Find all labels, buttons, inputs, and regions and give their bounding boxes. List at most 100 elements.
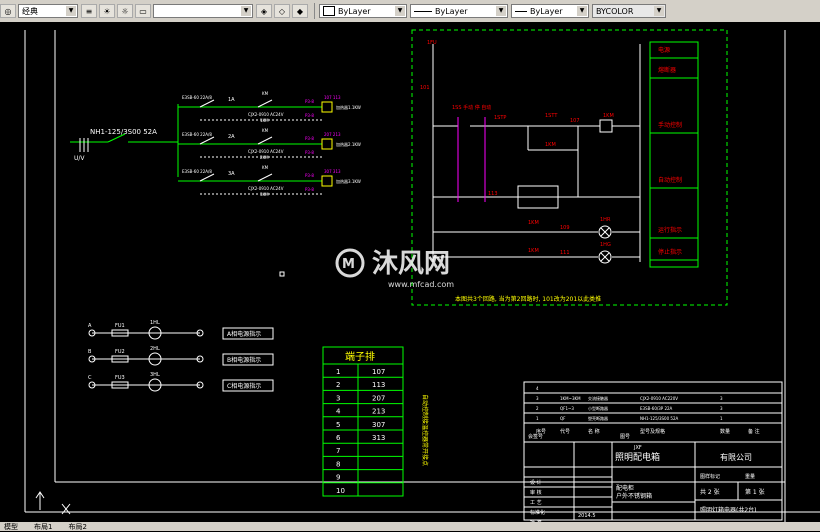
terminal-box <box>321 138 333 150</box>
legend-label: 手动控制 <box>658 121 682 129</box>
breaker-label: E3SB-60 22A/8 <box>182 95 212 100</box>
bom-header: 数量 <box>720 428 730 435</box>
layer-select[interactable]: ▼ <box>153 4 253 18</box>
breaker-label: E3SB-60 22A/8 <box>182 169 212 174</box>
drawing-svg: NH1-125/3S00 52A U/V E3SB-60 22A/8 1A KM CJ… <box>24 29 820 526</box>
phase-circuit: C FU3 3HL C相电源指示 <box>88 372 274 392</box>
tb-scale-label: 图样标记 <box>700 473 720 480</box>
node-113: 113 <box>488 191 498 197</box>
phase-circuit: A FU1 1HL A相电源指示 <box>88 320 274 340</box>
tb-sub2: 户外不锈钢箱 <box>616 492 652 500</box>
circuit-id: 1A <box>228 97 235 103</box>
bom-header: 名 称 <box>588 428 600 435</box>
bom-cell: 3 <box>720 406 723 411</box>
bom-cell: 塑壳断路器 <box>588 415 608 421</box>
workspace-icon[interactable]: ◎ <box>0 4 16 18</box>
breaker-label: E3SB-60 22A/8 <box>182 132 212 137</box>
bom-cell: 1KM~3KM <box>560 396 581 401</box>
tb-left-label: 审 核 <box>530 489 542 496</box>
terminal-strip: 端子排 1 107 2 113 3 207 4 213 5 307 6 313 7 8 9 10 自动控制接温… <box>322 346 429 497</box>
grip-point[interactable] <box>279 271 285 277</box>
lineweight-value: ByLayer <box>530 6 563 16</box>
color-select[interactable]: ByLayer ▼ <box>319 4 407 18</box>
tb-code: JXF <box>633 445 642 451</box>
tb-company: 有限公司 <box>720 452 752 462</box>
layout-tabs: 模型 布局1 布局2 <box>0 522 820 531</box>
terminal-side-note: 自动控制接温控器常开接点 <box>421 394 429 466</box>
terminal-value: 107 <box>372 368 385 376</box>
lamp-label: 2HL <box>150 346 160 352</box>
bom-cell: 1 <box>536 416 539 421</box>
bom-cell: 4 <box>536 386 539 391</box>
terminal-value: 207 <box>372 394 385 402</box>
fuse-label: FU2 <box>115 349 125 355</box>
tab-model[interactable]: 模型 <box>0 522 18 532</box>
circuit-tag: P3-8 <box>305 173 314 178</box>
legend-label: 停止指示 <box>658 248 682 256</box>
color-value: ByLayer <box>338 6 371 16</box>
title-block: 4 3 1KM~3KM 交流接触器 CJX2-0910 AC220V 3 2 QF1~3 小型断… <box>523 381 783 526</box>
tb-weight-label: 重量 <box>745 473 755 480</box>
tb-sheets: 共 2 张 <box>700 488 720 496</box>
tb-doc-label: 图号 <box>620 434 630 440</box>
circuit-tag: P3-8 <box>305 187 314 192</box>
node-109: 109 <box>560 225 570 231</box>
plotstyle-select: BYCOLOR ▼ <box>592 4 666 18</box>
bom-cell: E3SB-60/3P 22A <box>640 406 673 411</box>
tb-sheet: 第 1 张 <box>745 488 765 496</box>
node-107: 107 <box>570 118 580 124</box>
drawing-canvas[interactable]: NH1-125/3S00 52A U/V E3SB-60 22A/8 1A KM CJ… <box>0 22 820 526</box>
phase-label: C相电源指示 <box>227 382 261 390</box>
coil-label: KM <box>262 165 269 170</box>
chevron-down-icon: ▼ <box>241 6 251 16</box>
control-note: 本图共3个回路, 当为第2回路时, 101改为201以此类推 <box>455 295 601 303</box>
bom-header: 备 注 <box>748 428 760 435</box>
tb-left-label: 设 计 <box>530 479 542 486</box>
fuse-label: 1FU <box>427 40 437 46</box>
contactor-label: CJX2-0910 AC24V <box>248 186 284 191</box>
stop-label: 1STP <box>494 115 506 121</box>
phase-indicators: A FU1 1HL A相电源指示 B FU2 2HL B相电源指示 C FU3 3HL C相电源指示 <box>88 320 274 392</box>
layer-previous-icon[interactable]: ◇ <box>274 4 290 18</box>
phase-letter: B <box>88 349 92 355</box>
terminal-no: 1 <box>336 368 340 376</box>
tb-name: 照明配电箱 <box>615 451 660 463</box>
color-swatch <box>323 6 335 16</box>
bulb-icon[interactable]: ☀ <box>99 4 115 18</box>
line-sample <box>414 10 432 12</box>
linetype-select[interactable]: ByLayer ▼ <box>410 4 508 18</box>
lock-icon[interactable]: ▭ <box>135 4 151 18</box>
layer-properties-icon[interactable]: ≡ <box>81 4 97 18</box>
terminal-no: 2 <box>336 381 340 389</box>
bom-header: 型号及规格 <box>640 428 665 435</box>
layer-state-icon[interactable]: ◆ <box>292 4 308 18</box>
workspace-select[interactable]: 经典 ▼ <box>18 4 78 18</box>
legend-label: 熔断器 <box>658 66 676 74</box>
sun-icon[interactable]: ☼ <box>117 4 133 18</box>
fuse-label: FU3 <box>115 375 125 381</box>
circuit-id: 3A <box>228 171 235 177</box>
contactor-label: CJX2-0910 AC24V <box>248 149 284 154</box>
terminal-no: 4 <box>336 408 341 416</box>
contactor-label: CJX2-0910 AC24V <box>248 112 284 117</box>
tab-layout2[interactable]: 布局2 <box>64 522 86 532</box>
bom-cell: 3 <box>720 396 723 401</box>
control-circuit: 1FU 101 1SS 手动 停 自动 1STP 1STT 107 1KM 1K… <box>411 29 728 306</box>
heater-label: 加热器2.1KW <box>336 141 361 147</box>
main-breaker-sub: U/V <box>74 155 85 162</box>
lineweight-select[interactable]: ByLayer ▼ <box>511 4 589 18</box>
chevron-down-icon: ▼ <box>395 6 405 16</box>
main-circuit: NH1-125/3S00 52A U/V <box>70 104 179 177</box>
bom-header: 代号 <box>560 428 570 435</box>
chevron-down-icon: ▼ <box>496 6 506 16</box>
terminal-title: 端子排 <box>345 350 375 363</box>
terminal-value: 313 <box>372 434 385 442</box>
heater-label: 加热器1.1KW <box>336 104 361 110</box>
node-111: 111 <box>560 250 570 256</box>
terminal-box <box>321 175 333 187</box>
make-current-icon[interactable]: ◈ <box>256 4 272 18</box>
phase-label: B相电源指示 <box>227 356 261 364</box>
legend-label: 自动控制 <box>658 176 682 184</box>
terminal-numbers: 307 313 <box>324 169 341 174</box>
tab-layout1[interactable]: 布局1 <box>30 522 52 532</box>
